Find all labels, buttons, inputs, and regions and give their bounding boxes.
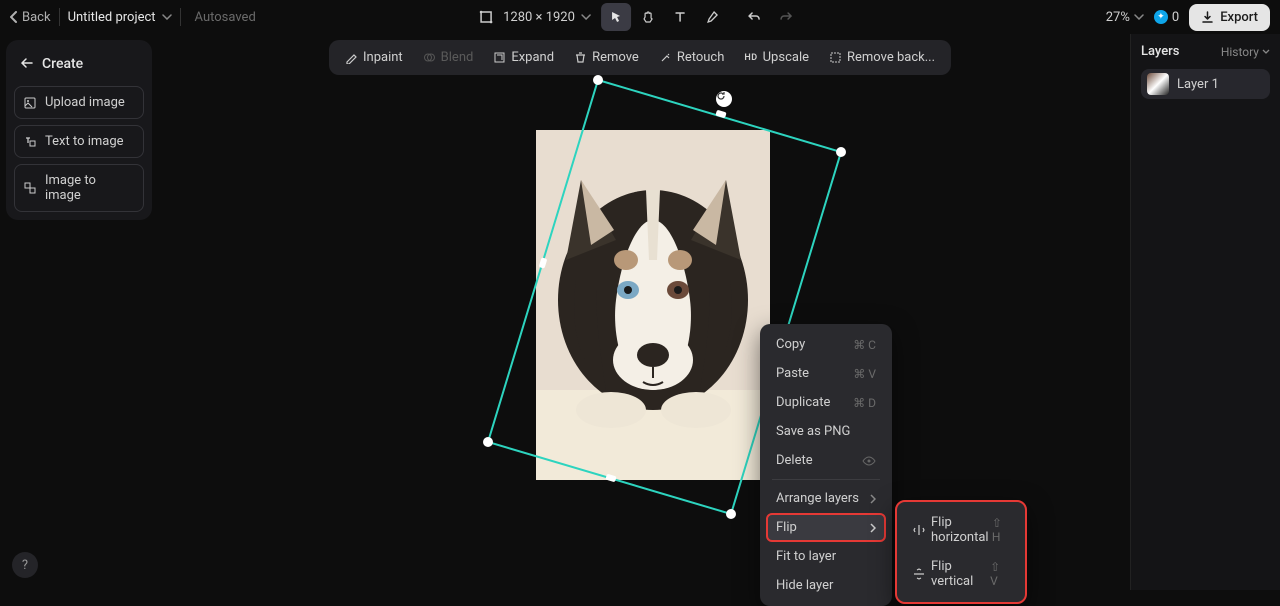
image-to-image-label: Image to image: [45, 173, 135, 203]
menu-fit-to-layer[interactable]: Fit to layer: [766, 542, 886, 571]
credits-icon: ✦: [1154, 10, 1168, 24]
menu-flip-horizontal[interactable]: Flip horizontal ⇧ H: [903, 508, 1019, 552]
topbar-right: 27% ✦ 0 Export: [1106, 4, 1270, 31]
context-menu: Copy ⌘ C Paste ⌘ V Duplicate ⌘ D Save as…: [760, 324, 892, 606]
zoom-text: 27%: [1106, 10, 1130, 25]
menu-hide-layer[interactable]: Hide layer: [766, 571, 886, 600]
divider: [180, 8, 181, 26]
layer-row[interactable]: Layer 1: [1141, 69, 1270, 99]
tool-group: [601, 3, 801, 31]
layers-panel-header: Layers History: [1141, 44, 1270, 59]
flip-horizontal-icon: [913, 524, 925, 536]
menu-paste-label: Paste: [776, 366, 809, 381]
menu-duplicate-shortcut: ⌘ D: [853, 396, 876, 410]
upload-label: Upload image: [45, 95, 125, 110]
menu-copy-label: Copy: [776, 337, 805, 352]
download-icon: [1201, 11, 1214, 24]
project-title-dropdown[interactable]: Untitled project: [68, 10, 172, 25]
menu-separator: [772, 479, 880, 480]
export-label: Export: [1220, 10, 1258, 25]
top-bar: Back Untitled project Autosaved 1280 × 1…: [0, 0, 1280, 34]
menu-arrange-label: Arrange layers: [776, 491, 859, 506]
menu-flip-label: Flip: [776, 520, 797, 535]
menu-save-png-label: Save as PNG: [776, 424, 850, 439]
credits-value: 0: [1172, 10, 1179, 25]
image-to-image-icon: [23, 181, 37, 195]
menu-duplicate[interactable]: Duplicate ⌘ D: [766, 388, 886, 417]
menu-copy-shortcut: ⌘ C: [853, 338, 876, 352]
undo-button[interactable]: [739, 3, 769, 31]
chevron-right-icon: [870, 523, 876, 533]
redo-button[interactable]: [771, 3, 801, 31]
visibility-icon: [862, 456, 876, 466]
menu-delete-label: Delete: [776, 453, 813, 468]
dog-image-content: [536, 130, 770, 480]
flip-v-shortcut: ⇧ V: [990, 560, 1009, 588]
pointer-tool[interactable]: [601, 3, 631, 31]
export-button[interactable]: Export: [1189, 4, 1270, 31]
hand-tool[interactable]: [633, 3, 663, 31]
menu-delete[interactable]: Delete: [766, 446, 886, 475]
history-dropdown[interactable]: History: [1221, 45, 1270, 59]
rotate-handle[interactable]: [716, 91, 732, 107]
flip-submenu: Flip horizontal ⇧ H Flip vertical ⇧ V: [895, 500, 1027, 604]
chevron-down-icon: [1134, 14, 1144, 20]
credits-indicator[interactable]: ✦ 0: [1154, 10, 1179, 25]
flip-vertical-icon: [913, 568, 925, 580]
upload-image-button[interactable]: Upload image: [14, 86, 144, 119]
menu-flip[interactable]: Flip: [766, 513, 886, 542]
menu-duplicate-label: Duplicate: [776, 395, 830, 410]
menu-fit-label: Fit to layer: [776, 549, 836, 564]
create-label: Create: [42, 56, 83, 72]
flip-h-label: Flip horizontal: [931, 515, 992, 545]
topbar-left: Back Untitled project Autosaved: [10, 8, 256, 26]
history-label: History: [1221, 45, 1259, 59]
menu-flip-vertical[interactable]: Flip vertical ⇧ V: [903, 552, 1019, 596]
flip-v-label: Flip vertical: [931, 559, 990, 589]
menu-copy[interactable]: Copy ⌘ C: [766, 330, 886, 359]
layers-title: Layers: [1141, 44, 1179, 59]
eyedropper-tool[interactable]: [697, 3, 727, 31]
canvas-size-text: 1280 × 1920: [503, 10, 575, 25]
help-button[interactable]: ?: [12, 552, 38, 578]
layer-thumbnail: [1147, 73, 1169, 95]
chevron-right-icon: [870, 494, 876, 504]
layers-panel: Layers History Layer 1: [1130, 34, 1280, 590]
back-button[interactable]: Back: [10, 10, 51, 25]
zoom-dropdown[interactable]: 27%: [1106, 10, 1144, 25]
text-to-image-button[interactable]: Text to image: [14, 125, 144, 158]
project-title-text: Untitled project: [68, 10, 156, 25]
text-to-image-icon: [23, 135, 37, 149]
flip-h-shortcut: ⇧ H: [992, 516, 1009, 544]
chevron-down-icon: [581, 14, 591, 20]
frame-icon[interactable]: [479, 10, 493, 24]
autosaved-label: Autosaved: [195, 10, 256, 25]
canvas-image[interactable]: [536, 130, 770, 480]
menu-save-png[interactable]: Save as PNG: [766, 417, 886, 446]
image-to-image-button[interactable]: Image to image: [14, 164, 144, 212]
canvas-size-dropdown[interactable]: 1280 × 1920: [503, 10, 591, 25]
upload-icon: [23, 96, 37, 110]
text-tool[interactable]: [665, 3, 695, 31]
divider: [59, 8, 60, 26]
chevron-left-icon: [10, 11, 18, 23]
menu-hide-label: Hide layer: [776, 578, 833, 593]
menu-arrange-layers[interactable]: Arrange layers: [766, 484, 886, 513]
chevron-down-icon: [162, 14, 172, 20]
menu-paste[interactable]: Paste ⌘ V: [766, 359, 886, 388]
topbar-center: 1280 × 1920: [479, 3, 801, 31]
back-label: Back: [22, 10, 51, 25]
create-button[interactable]: Create: [14, 48, 144, 80]
help-icon: ?: [22, 558, 28, 573]
text-to-image-label: Text to image: [45, 134, 124, 149]
chevron-down-icon: [1262, 49, 1270, 54]
menu-paste-shortcut: ⌘ V: [853, 367, 876, 381]
layer-name: Layer 1: [1177, 77, 1219, 92]
create-icon: [20, 57, 34, 71]
left-sidebar: Create Upload image Text to image Image …: [6, 40, 152, 220]
